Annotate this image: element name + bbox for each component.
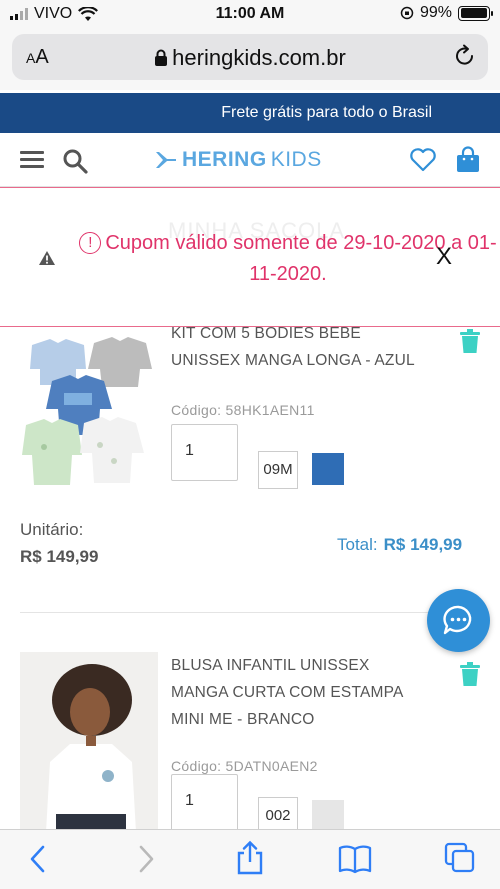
divider [20, 612, 480, 613]
quantity-input[interactable]: 1 [171, 774, 238, 831]
forward-icon[interactable] [136, 844, 156, 874]
total-price: Total: R$ 149,99 [337, 535, 462, 555]
coupon-message: ! Cupom válido somente de 29-10-2020 a 01… [78, 228, 498, 290]
orientation-lock-icon [400, 6, 414, 20]
battery-icon [458, 5, 493, 21]
product-image-kids-tshirt[interactable] [20, 652, 158, 832]
unit-price-value: R$ 149,99 [20, 547, 99, 566]
color-swatch[interactable] [312, 800, 344, 832]
share-icon[interactable] [235, 840, 265, 876]
product-title-line: MINI ME - BRANCO [171, 711, 315, 728]
battery-area: 99% [400, 4, 493, 22]
unit-price-label: Unitário: [20, 520, 84, 539]
product-title[interactable]: KIT COM 5 BODIES BEBÊ UNISSEX MANGA LONG… [171, 320, 415, 374]
coupon-toast: MINHA SACOLA ! Cupom válido somente de 29… [0, 187, 500, 327]
search-icon[interactable] [62, 148, 88, 174]
product-code: Código: 58HK1AEN11 [171, 402, 315, 418]
close-toast-button[interactable]: X [436, 243, 452, 271]
size-option[interactable]: 09M [258, 451, 298, 489]
product-title-line: MANGA CURTA COM ESTAMPA [171, 684, 404, 701]
site-header: HERING KIDS [0, 133, 500, 187]
bookmarks-icon[interactable] [338, 844, 372, 874]
free-shipping-banner: Frete grátis para todo o Brasil [0, 93, 500, 133]
lock-icon [155, 49, 168, 66]
back-icon[interactable] [28, 844, 48, 874]
logo-text-bold: HERING [182, 148, 267, 171]
product-title-line: BLUSA INFANTIL UNISSEX [171, 657, 370, 674]
warning-icon [39, 251, 55, 265]
shopping-bag-icon[interactable] [455, 146, 481, 174]
alert-circle-icon: ! [79, 232, 102, 254]
chat-button[interactable] [427, 589, 490, 652]
trash-icon[interactable] [459, 662, 481, 687]
menu-icon[interactable] [20, 151, 44, 169]
color-swatch[interactable] [312, 453, 344, 485]
total-value: R$ 149,99 [383, 535, 463, 554]
heart-icon[interactable] [409, 147, 437, 172]
product-code: Código: 5DATN0AEN2 [171, 758, 318, 774]
site-logo[interactable]: HERING KIDS [154, 148, 322, 172]
product-title-line: UNISSEX MANGA LONGA - AZUL [171, 352, 415, 369]
tabs-icon[interactable] [444, 842, 476, 874]
browser-chrome: AA heringkids.com.br [0, 28, 500, 90]
total-label: Total: [337, 535, 378, 554]
chat-bubble-icon [443, 605, 472, 635]
status-bar: VIVO 11:00 AM 99% [0, 0, 500, 28]
browser-toolbar [0, 829, 500, 889]
url-text[interactable]: heringkids.com.br [12, 45, 488, 71]
address-bar[interactable]: AA heringkids.com.br [12, 34, 488, 80]
battery-percent: 99% [419, 4, 452, 21]
product-image-bodies-kit[interactable] [22, 335, 154, 495]
trash-icon[interactable] [459, 329, 481, 354]
product-title[interactable]: BLUSA INFANTIL UNISSEX MANGA CURTA COM E… [171, 652, 404, 733]
quantity-input[interactable]: 1 [171, 424, 238, 481]
reload-icon[interactable] [454, 44, 476, 68]
logo-text-light: KIDS [270, 148, 322, 171]
plane-logo-icon [156, 152, 176, 168]
url-host: heringkids.com.br [172, 45, 346, 70]
